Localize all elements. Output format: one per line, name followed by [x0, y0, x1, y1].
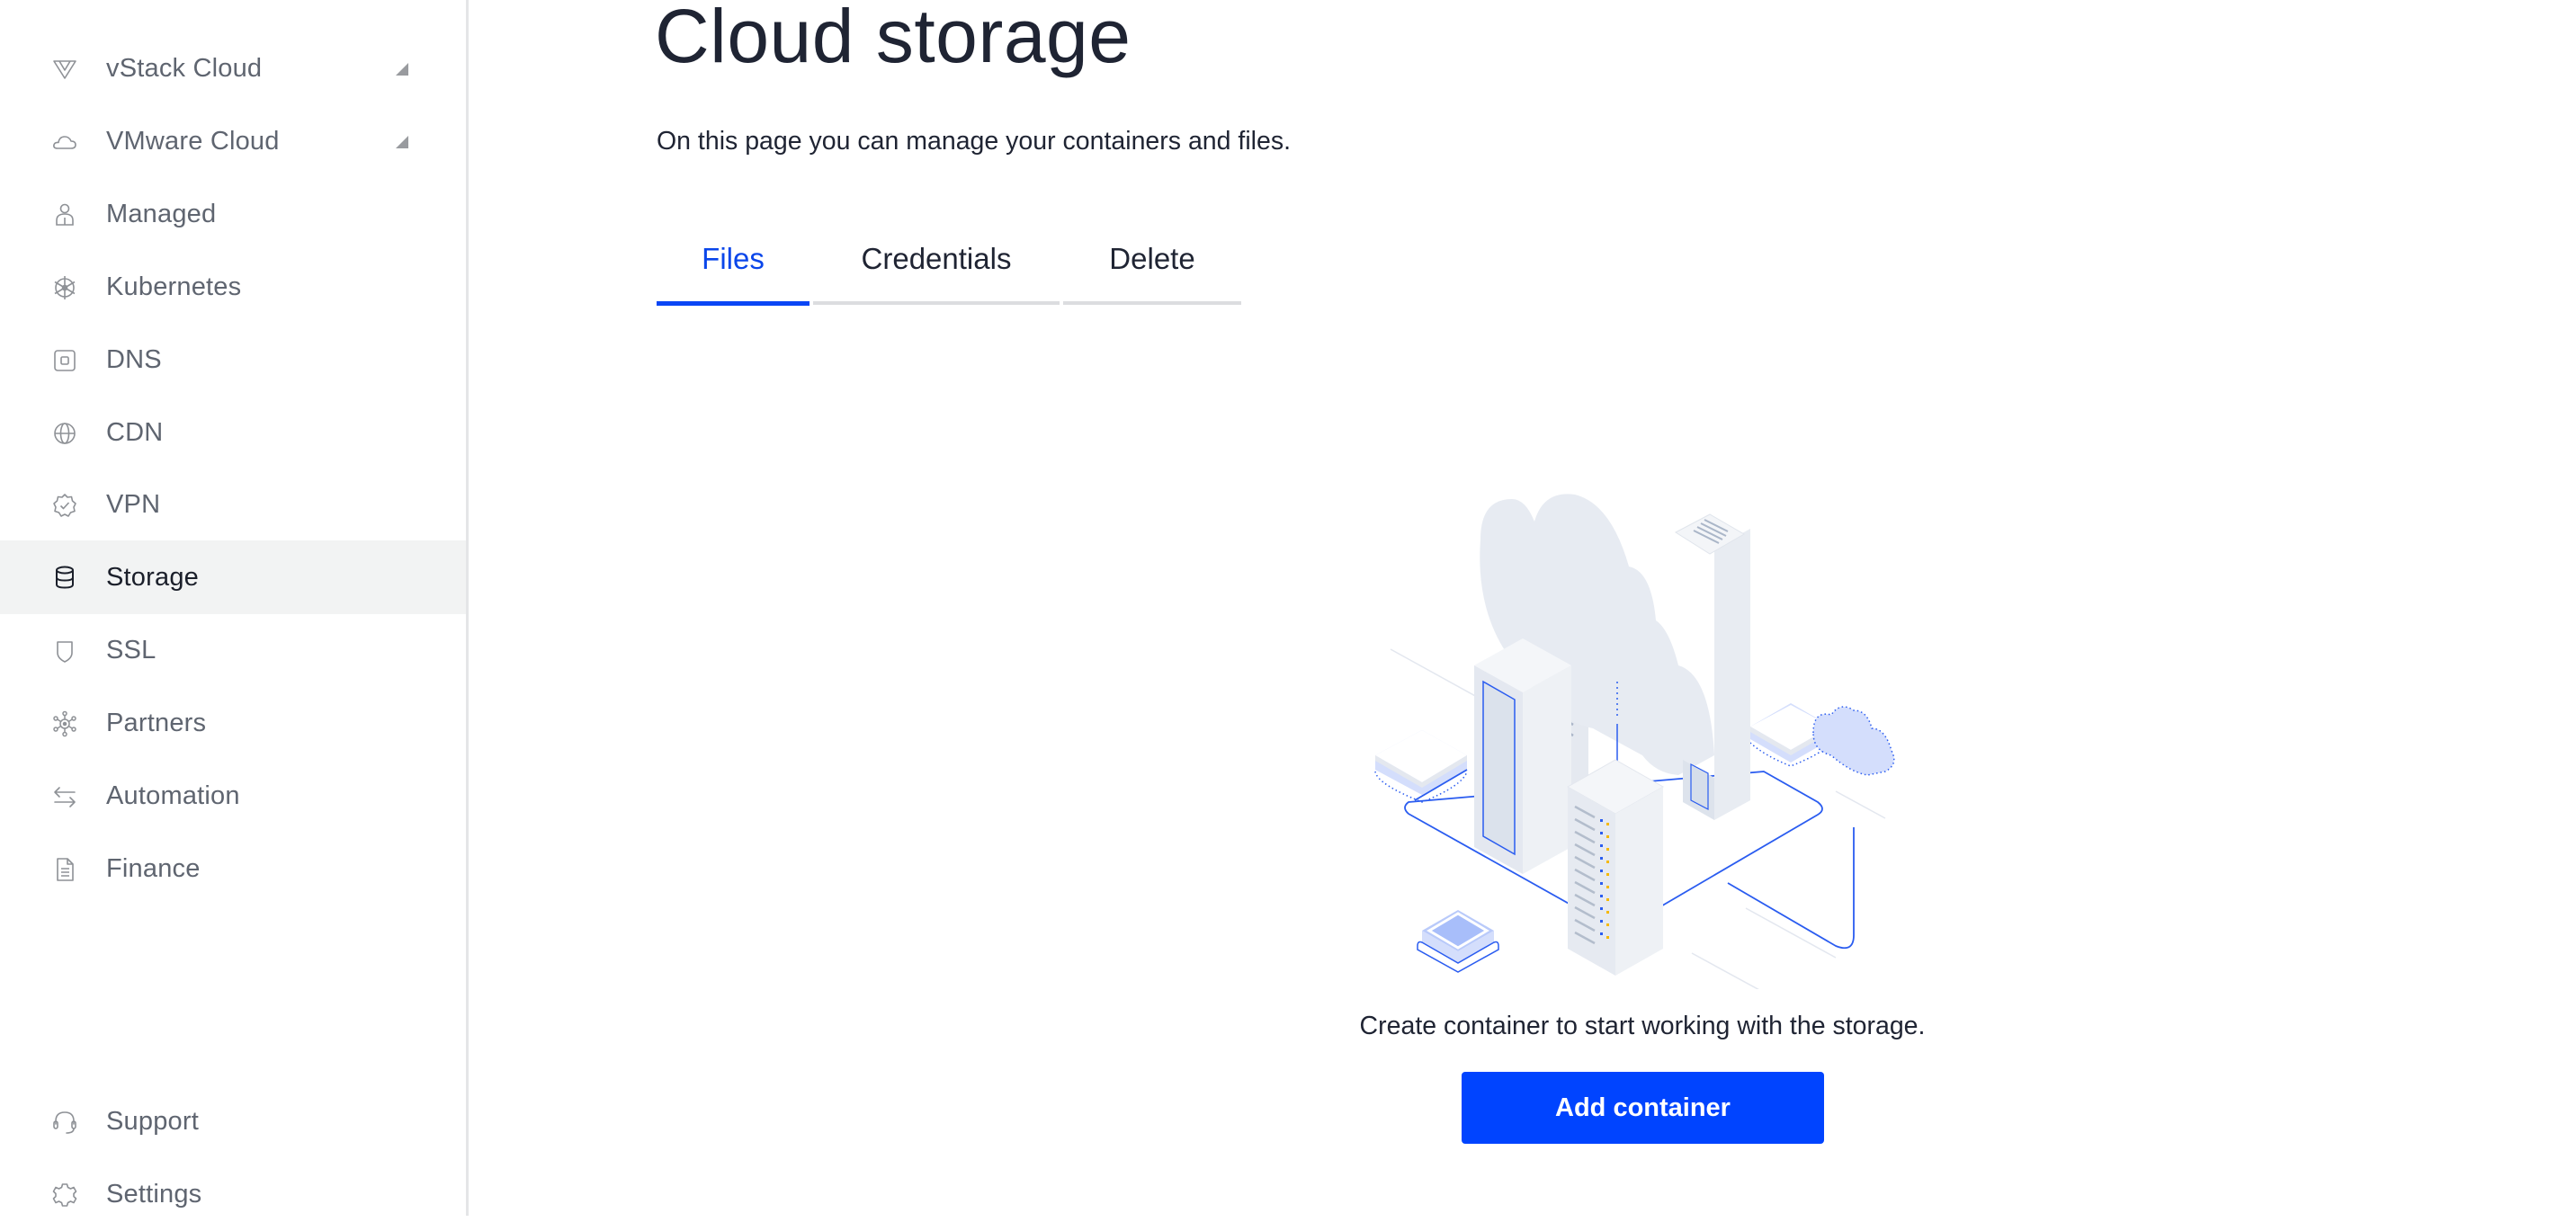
tab-indicator: [657, 301, 809, 306]
expand-caret-icon[interactable]: [396, 62, 408, 76]
empty-state-caption: Create container to start working with t…: [1359, 1011, 1926, 1040]
tab-indicator: [1063, 301, 1241, 305]
tab-label: Delete: [1109, 242, 1195, 275]
page-subtitle: On this page you can manage your contain…: [657, 127, 1292, 156]
sidebar-item-label: Settings: [106, 1180, 202, 1209]
sidebar-item-support[interactable]: Support: [0, 1085, 466, 1158]
tab-credentials[interactable]: Credentials: [813, 236, 1060, 308]
expand-caret-icon[interactable]: [396, 135, 408, 148]
sidebar-item-label: VMware Cloud: [106, 127, 280, 156]
document-icon: [50, 855, 79, 884]
sidebar-item-settings[interactable]: Settings: [0, 1158, 466, 1231]
add-container-button[interactable]: Add container: [1462, 1072, 1824, 1144]
tab-files[interactable]: Files: [657, 236, 809, 308]
sidebar-item-managed[interactable]: Managed: [0, 178, 466, 251]
gear-icon: [50, 1181, 79, 1209]
tab-indicator: [813, 301, 1060, 305]
sidebar-item-label: Kubernetes: [106, 272, 242, 301]
globe-icon: [50, 419, 79, 448]
cloud-servers-illustration: [1374, 494, 1895, 989]
user-icon: [50, 201, 79, 229]
sidebar-item-label: DNS: [106, 345, 162, 374]
sidebar-item-vpn[interactable]: VPN: [0, 468, 466, 541]
sidebar-item-vstack-cloud[interactable]: vStack Cloud: [0, 32, 466, 105]
helm-wheel-icon: [50, 273, 79, 302]
sidebar-item-label: Support: [106, 1107, 199, 1136]
page-title: Cloud storage: [655, 0, 1131, 78]
main-content: Cloud storage On this page you can manag…: [469, 0, 2576, 1216]
sidebar-item-ssl[interactable]: SSL: [0, 614, 466, 687]
sidebar-item-label: CDN: [106, 418, 164, 447]
sidebar-item-finance[interactable]: Finance: [0, 833, 466, 905]
dns-icon: [50, 346, 79, 375]
sidebar-item-label: Managed: [106, 200, 217, 228]
tab-label: Credentials: [861, 242, 1012, 275]
sidebar-item-label: Storage: [106, 562, 199, 592]
sidebar-item-label: VPN: [106, 490, 161, 519]
tab-delete[interactable]: Delete: [1063, 236, 1241, 308]
sidebar-item-automation[interactable]: Automation: [0, 760, 466, 833]
network-hub-icon: [50, 709, 79, 738]
sidebar-item-label: Automation: [106, 781, 240, 810]
sidebar-item-kubernetes[interactable]: Kubernetes: [0, 251, 466, 324]
arrows-swap-icon: [50, 782, 79, 811]
sidebar-item-storage[interactable]: Storage: [0, 540, 466, 614]
sidebar-item-cdn[interactable]: CDN: [0, 397, 466, 469]
sidebar-item-label: Finance: [106, 854, 201, 883]
database-icon: [50, 563, 79, 592]
cloud-icon: [50, 128, 79, 156]
sidebar-item-partners[interactable]: Partners: [0, 687, 466, 760]
headset-icon: [50, 1108, 79, 1137]
sidebar-item-label: Partners: [106, 709, 207, 737]
sidebar-item-dns[interactable]: DNS: [0, 324, 466, 397]
vstack-icon: [50, 55, 79, 84]
sidebar-item-label: SSL: [106, 636, 157, 665]
sidebar-item-label: vStack Cloud: [106, 54, 263, 83]
sidebar-item-vmware-cloud[interactable]: VMware Cloud: [0, 105, 466, 178]
shield-icon: [50, 637, 79, 665]
sidebar: vStack Cloud VMware Cloud Managed Kubern…: [0, 0, 469, 1216]
badge-check-icon: [50, 491, 79, 520]
tab-label: Files: [702, 242, 765, 275]
